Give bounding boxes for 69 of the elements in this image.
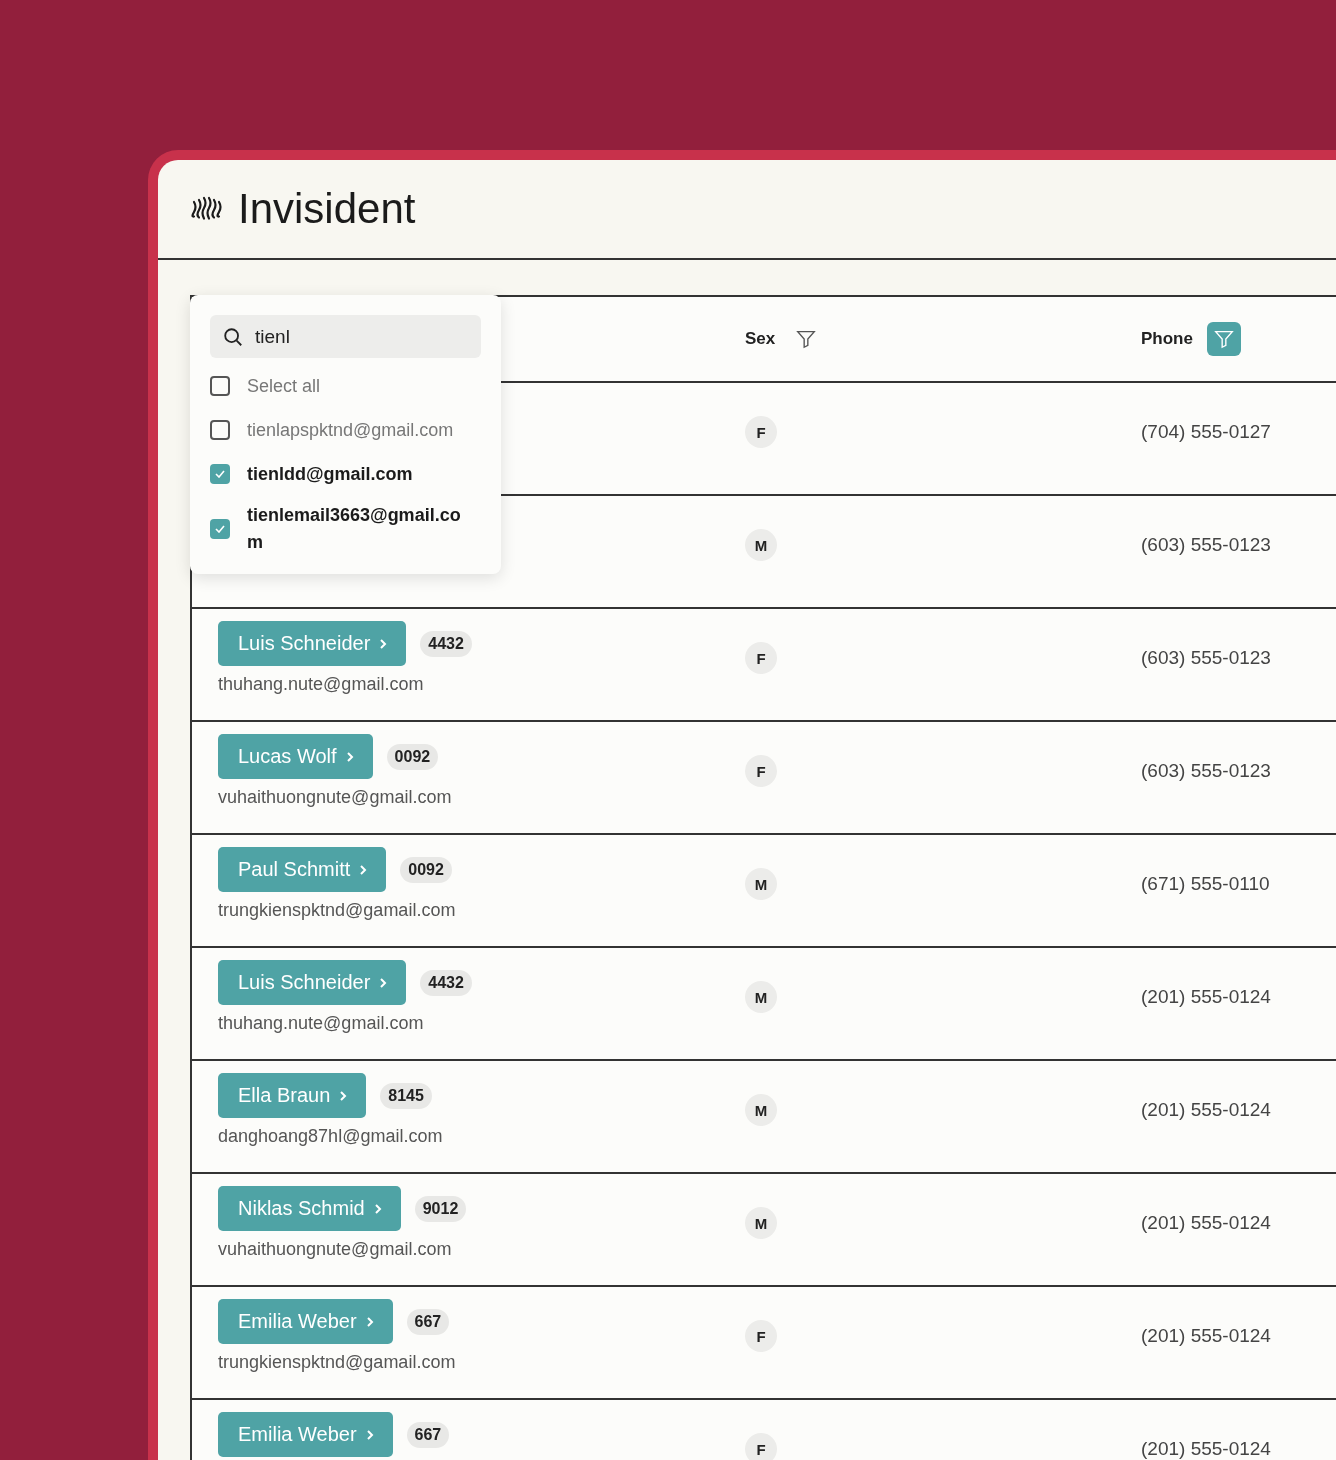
email-text: danghoang87hl@gmail.com [218, 1126, 444, 1147]
patient-name-button[interactable]: Ella Braun [218, 1073, 367, 1118]
option-label[interactable]: tienlemail3663@gmail.com [247, 502, 467, 556]
chevron-right-icon [344, 749, 355, 764]
sex-badge: F [745, 1433, 777, 1460]
patient-name-button[interactable]: Luis Schneider [218, 960, 407, 1005]
email-text: thuhang.nute@gmail.com [218, 1013, 425, 1034]
patient-name-button[interactable]: Paul Schmitt [218, 847, 387, 892]
check-icon [215, 525, 225, 533]
patient-id-badge: 4432 [420, 969, 472, 996]
chevron-right-icon [364, 1314, 375, 1329]
phone-text: (603) 555-0123 [1141, 534, 1271, 555]
sex-badge: F [745, 642, 777, 674]
sex-badge: F [745, 416, 777, 448]
patient-id-badge: 4432 [420, 630, 472, 657]
chevron-right-icon [378, 975, 389, 990]
sex-badge: F [745, 1320, 777, 1352]
patient-id-badge: 667 [406, 1308, 450, 1335]
email-text: vuhaithuongnute@gmail.com [218, 787, 453, 808]
email-text: trungkienspktnd@gamail.com [218, 900, 457, 921]
checkbox[interactable] [210, 420, 230, 440]
search-icon [222, 326, 244, 348]
option-label[interactable]: tienlapspktnd@gmail.com [247, 416, 467, 444]
phone-text: (201) 555-0124 [1141, 1325, 1271, 1346]
sex-badge: M [745, 529, 777, 561]
app-title: Invisident [238, 185, 416, 233]
phone-text: (671) 555-0110 [1141, 873, 1270, 894]
patient-id-badge: 9012 [414, 1195, 467, 1222]
chevron-right-icon [338, 1088, 349, 1103]
patient-id-badge: 8145 [380, 1082, 432, 1109]
patient-name-button[interactable]: Luis Schneider [218, 621, 407, 666]
phone-text: (201) 555-0124 [1141, 986, 1271, 1007]
sex-badge: M [745, 868, 777, 900]
filter-button[interactable] [1206, 322, 1241, 356]
phone-text: (201) 555-0124 [1141, 1212, 1271, 1233]
checkbox[interactable] [210, 519, 230, 539]
patient-id-badge: 0092 [400, 856, 452, 883]
phone-text: (201) 555-0124 [1141, 1438, 1271, 1459]
patient-id-badge: 0092 [386, 743, 439, 770]
column-header: Sex [745, 329, 776, 349]
patient-name-button[interactable]: Emilia Weber [218, 1412, 393, 1457]
patient-id-badge: 667 [406, 1421, 450, 1448]
phone-text: (704) 555-0127 [1141, 421, 1271, 442]
sex-badge: M [745, 1094, 777, 1126]
patient-name-button[interactable]: Emilia Weber [218, 1299, 393, 1344]
phone-text: (201) 555-0124 [1141, 1099, 1271, 1120]
chevron-right-icon [364, 1427, 375, 1442]
search-field[interactable]: tienl [210, 315, 481, 358]
checkbox[interactable] [210, 464, 230, 484]
email-text: vuhaithuongnute@gmail.com [218, 1239, 453, 1260]
check-icon [215, 470, 225, 478]
email-text: thuhang.nute@gmail.com [218, 674, 425, 695]
sex-badge: F [745, 755, 777, 787]
filter-icon [795, 328, 818, 350]
chevron-right-icon [358, 862, 369, 877]
option-label[interactable]: tienldd@gmail.com [247, 460, 467, 488]
email-text: trungkienspktnd@gamail.com [218, 1352, 457, 1373]
sex-badge: M [745, 981, 777, 1013]
filter-icon [1212, 328, 1235, 350]
phone-text: (603) 555-0123 [1141, 647, 1271, 668]
checkbox[interactable] [210, 376, 230, 396]
patient-name-button[interactable]: Lucas Wolf [218, 734, 373, 779]
patient-name-button[interactable]: Niklas Schmid [218, 1186, 401, 1231]
chevron-right-icon [378, 636, 389, 651]
option-label[interactable]: Select all [247, 372, 467, 400]
sex-badge: M [745, 1207, 777, 1239]
chevron-right-icon [372, 1201, 383, 1216]
column-header: Phone [1141, 329, 1193, 349]
phone-text: (603) 555-0123 [1141, 760, 1271, 781]
